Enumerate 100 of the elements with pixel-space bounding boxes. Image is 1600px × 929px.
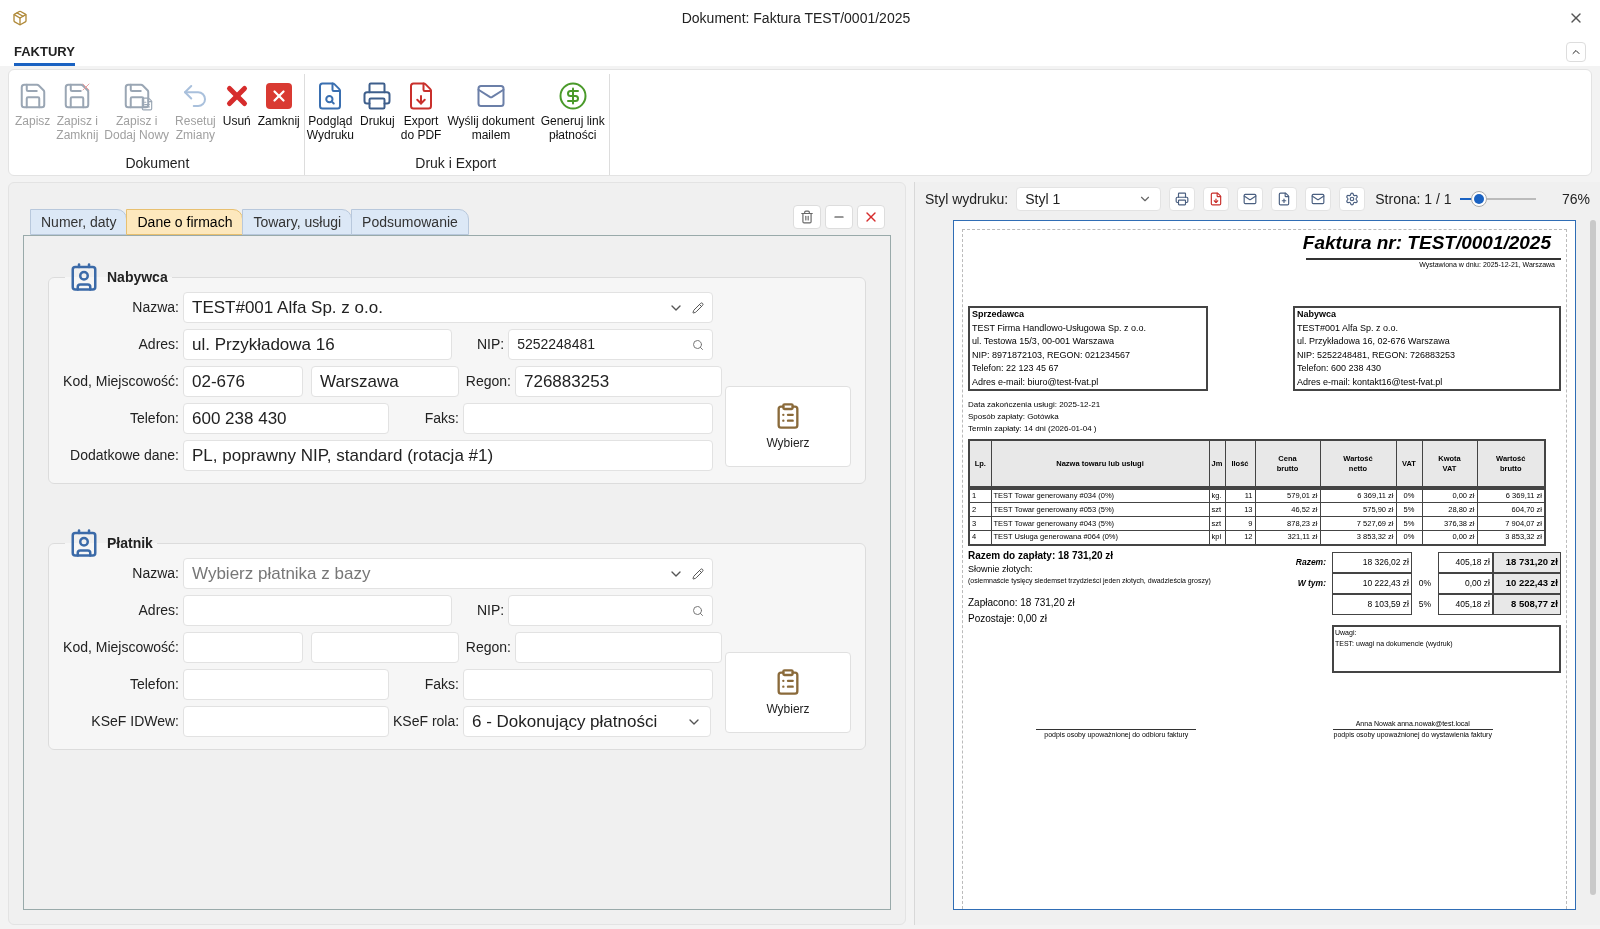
window-title: Dokument: Faktura TEST/0001/2025 bbox=[680, 8, 912, 28]
section-title: Nabywca bbox=[107, 267, 168, 287]
trash-icon bbox=[800, 210, 814, 224]
city-field[interactable] bbox=[311, 632, 459, 663]
summary-cell: 0,00 zł bbox=[1438, 572, 1493, 594]
contact-card-icon bbox=[69, 262, 99, 292]
minimize-button[interactable] bbox=[825, 205, 853, 229]
ribbon-button[interactable]: Podgląd Wydruku bbox=[304, 74, 356, 142]
party-line: Telefon: 22 123 45 67 bbox=[972, 362, 1060, 375]
summary-label: Razem: bbox=[1295, 555, 1326, 569]
scrollbar[interactable] bbox=[1590, 220, 1596, 895]
zoom-reading: 76% bbox=[1561, 189, 1590, 209]
field-label: NIP: bbox=[475, 335, 505, 354]
pencil-icon[interactable] bbox=[692, 301, 704, 314]
settings-button[interactable] bbox=[1339, 187, 1366, 211]
field-label: Telefon: bbox=[128, 675, 179, 694]
party-line: ul. Przykładowa 16, 02-676 Warszawa bbox=[1297, 335, 1451, 348]
print-button[interactable] bbox=[1169, 187, 1196, 211]
contact-card-icon bbox=[69, 528, 99, 558]
ribbon-tab[interactable]: FAKTURY bbox=[14, 41, 75, 66]
file-icon bbox=[1209, 192, 1224, 206]
ribbon-button[interactable]: Zamknij bbox=[255, 74, 302, 128]
total-due: Razem do zapłaty: 18 731,20 zł bbox=[968, 548, 1115, 563]
page-indicator: Strona: 1 / 1 bbox=[1375, 189, 1452, 209]
form-tab[interactable]: Numer, daty bbox=[30, 209, 128, 235]
ribbon-button[interactable]: Usuń bbox=[219, 74, 254, 128]
ribbon-group-label: Dokument bbox=[125, 154, 190, 173]
payment-info: Sposób zapłaty: Gotówka bbox=[968, 411, 1060, 423]
city-field[interactable]: Warszawa bbox=[311, 366, 459, 397]
ribbon-button[interactable]: Wyślij dokument mailem bbox=[445, 74, 537, 142]
address-field[interactable] bbox=[183, 595, 453, 626]
envelope-icon bbox=[1311, 192, 1326, 206]
field-label: Regon: bbox=[464, 638, 511, 657]
app-icon bbox=[12, 10, 28, 26]
address-field[interactable]: ul. Przykładowa 16 bbox=[183, 329, 453, 360]
slider-thumb[interactable] bbox=[1470, 191, 1487, 207]
field-label: Faks: bbox=[423, 409, 459, 428]
fax-field[interactable] bbox=[463, 403, 713, 434]
remaining-amount: Pozostaje: 0,00 zł bbox=[968, 611, 1048, 626]
party-heading: Nabywca bbox=[1297, 308, 1338, 321]
name-combobox[interactable]: Wybierz płatnika z bazy bbox=[183, 558, 713, 589]
delete-button[interactable] bbox=[793, 205, 821, 229]
nip-search-field[interactable]: 5252248481 bbox=[508, 329, 713, 360]
additional-data-field[interactable]: PL, poprawny NIP, standard (rotacja #1) bbox=[183, 440, 713, 471]
zoom-slider[interactable] bbox=[1459, 189, 1536, 209]
party-line: NIP: 8971872103, REGON: 021234567 bbox=[972, 348, 1132, 362]
field-label: Kod, Miejscowość: bbox=[62, 372, 179, 391]
nip-search-field[interactable] bbox=[508, 595, 713, 626]
close-button[interactable] bbox=[857, 205, 885, 229]
select-button[interactable]: Wybierz bbox=[725, 652, 851, 733]
printer-icon bbox=[362, 81, 393, 111]
summary-label: W tym: bbox=[1297, 576, 1326, 590]
form-tab[interactable]: Dane o firmach bbox=[126, 209, 244, 235]
ribbon-button[interactable]: Export do PDF bbox=[398, 74, 444, 142]
print-style-dropdown[interactable]: Styl 1 bbox=[1016, 187, 1162, 211]
ribbon-group-label: Druk i Export bbox=[415, 154, 497, 173]
vat-rate: 0% bbox=[1418, 576, 1432, 590]
summary-cell: 8 508,77 zł bbox=[1493, 593, 1561, 615]
paid-amount: Zapłacono: 18 731,20 zł bbox=[968, 595, 1076, 610]
email-button[interactable] bbox=[1237, 187, 1264, 211]
export-file-button[interactable] bbox=[1271, 187, 1298, 211]
collapse-ribbon-button[interactable] bbox=[1566, 42, 1586, 62]
search-icon[interactable] bbox=[692, 338, 704, 351]
pencil-icon[interactable] bbox=[692, 567, 704, 580]
regon-field[interactable] bbox=[515, 632, 722, 663]
invoice-title: Faktura nr: TEST/0001/2025 bbox=[1302, 231, 1553, 255]
phone-field[interactable]: 600 238 430 bbox=[183, 403, 389, 434]
section-title: Płatnik bbox=[107, 533, 153, 553]
party-line: Telefon: 600 238 430 bbox=[1297, 362, 1383, 375]
field-label: Faks: bbox=[423, 675, 459, 694]
ksef-id-field[interactable] bbox=[183, 706, 389, 737]
form-tab[interactable]: Podsumowanie bbox=[351, 209, 469, 235]
search-icon[interactable] bbox=[692, 604, 704, 617]
form-tab[interactable]: Towary, usługi bbox=[242, 209, 353, 235]
field-label: KSeF rola: bbox=[393, 712, 459, 731]
printer-icon bbox=[1175, 192, 1190, 206]
postal-code-field[interactable] bbox=[183, 632, 303, 663]
fax-field[interactable] bbox=[463, 669, 713, 700]
ribbon-button[interactable]: Drukuj bbox=[358, 74, 397, 128]
field-label: Nazwa: bbox=[131, 564, 179, 583]
regon-field[interactable]: 726883253 bbox=[515, 366, 722, 397]
ribbon-button[interactable]: Generuj link płatności bbox=[538, 74, 607, 142]
party-heading: Sprzedawca bbox=[972, 308, 1026, 321]
summary-cell: 10 222,43 zł bbox=[1493, 572, 1561, 594]
select-button[interactable]: Wybierz bbox=[725, 386, 851, 467]
name-combobox[interactable]: TEST#001 Alfa Sp. z o.o. bbox=[183, 292, 713, 323]
party-line: NIP: 5252248481, REGON: 726883253 bbox=[1297, 348, 1457, 362]
role-dropdown[interactable]: 6 - Dokonujący płatności bbox=[463, 706, 711, 737]
payment-info: Termin zapłaty: 14 dni (2026-01-04 ) bbox=[968, 423, 1098, 435]
pdf-button[interactable] bbox=[1203, 187, 1230, 211]
party-line: Adres e-mail: biuro@test-fvat.pl bbox=[972, 375, 1100, 389]
field-label: Regon: bbox=[464, 372, 511, 391]
postal-code-field[interactable]: 02-676 bbox=[183, 366, 303, 397]
field-label: Adres: bbox=[137, 601, 179, 620]
summary-cell: 405,18 zł bbox=[1438, 551, 1493, 573]
send-button[interactable] bbox=[1305, 187, 1332, 211]
summary-cell: 18 326,02 zł bbox=[1332, 551, 1412, 573]
phone-field[interactable] bbox=[183, 669, 389, 700]
summary-cell: 8 103,59 zł bbox=[1332, 593, 1412, 615]
party-line: Adres e-mail: kontakt16@test-fvat.pl bbox=[1297, 375, 1444, 389]
